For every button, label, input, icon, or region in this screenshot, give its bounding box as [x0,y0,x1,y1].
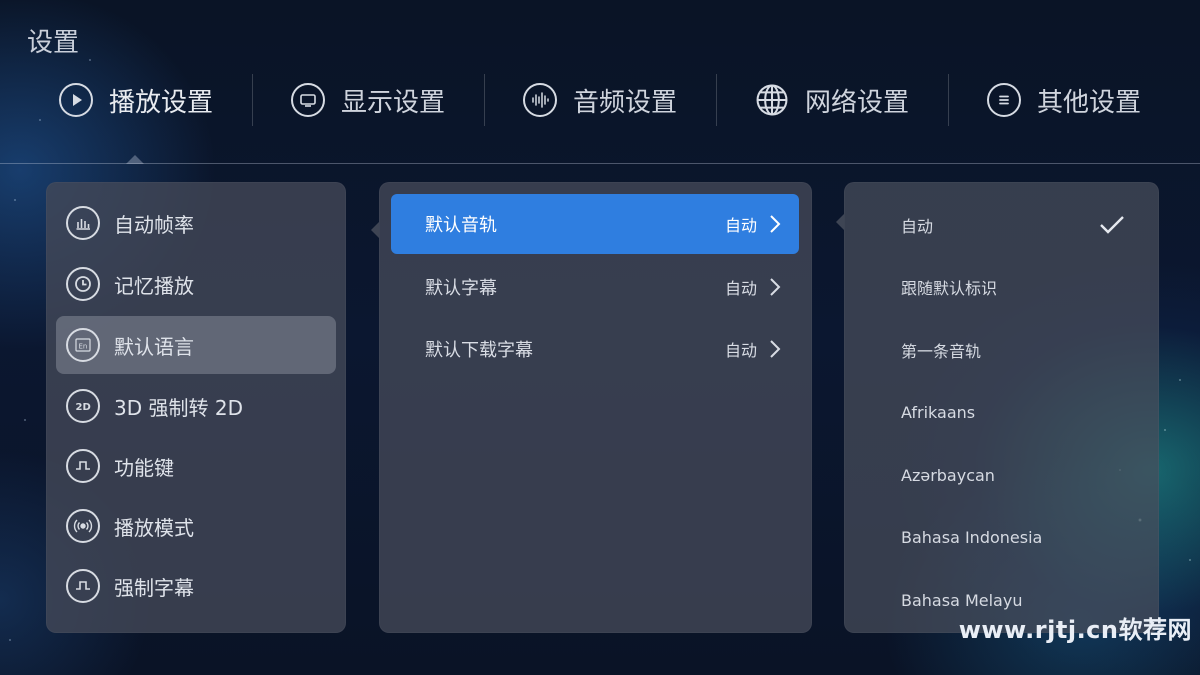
option-auto[interactable]: 自动 [844,194,1159,256]
tab-display-settings[interactable]: 显示设置 [252,72,484,128]
tab-label: 网络设置 [804,87,909,118]
tab-divider-line [0,163,1200,164]
submenu-item-default-audio-track[interactable]: 默认音轨 自动 [391,194,799,254]
2d-icon: 2D [66,389,100,423]
option-label: Bahasa Indonesia [901,527,1043,547]
subtitle-pulse-icon [66,569,100,603]
menu-item-label: 功能键 [114,455,174,480]
submenu-item-label: 默认下载字幕 [425,340,533,361]
option-azerbaycan[interactable]: Azərbaycan [844,444,1159,506]
option-label: 自动 [901,217,934,236]
settings-tab-bar: 播放设置 显示设置 音频设置 网络设置 其他设置 [20,72,1180,128]
watermark-text: www.rjtj.cn软荐网 [958,616,1192,644]
chevron-right-icon [769,214,781,234]
broadcast-icon [66,509,100,543]
bar-chart-icon [66,206,100,240]
tab-label: 播放设置 [108,87,213,118]
option-label: Afrikaans [901,402,976,422]
tab-other-settings[interactable]: 其他设置 [948,72,1180,128]
menu-item-3d-to-2d[interactable]: 2D 3D 强制转 2D [56,377,336,435]
menu-item-default-language[interactable]: En 默认语言 [56,316,336,374]
menu-item-label: 播放模式 [114,515,194,540]
options-panel: 自动 跟随默认标识 第一条音轨 Afrikaans Azərbaycan Bah… [836,182,1159,633]
menu-item-playback-mode[interactable]: 播放模式 [56,497,336,555]
tab-label: 显示设置 [340,87,445,118]
menu-item-resume-playback[interactable]: 记忆播放 [56,255,336,313]
page-title: 设置 [27,28,80,58]
option-label: Azərbaycan [901,465,995,485]
option-first-track[interactable]: 第一条音轨 [844,319,1159,381]
active-tab-indicator [126,155,144,164]
menu-icon [986,83,1021,117]
category-menu-panel: 自动帧率 记忆播放 En 默认语言 2D 3D 强制转 2D 功能键 播放模式 [46,182,346,633]
option-bahasa-indonesia[interactable]: Bahasa Indonesia [844,506,1159,568]
monitor-icon [290,83,325,117]
submenu-item-default-subtitle[interactable]: 默认字幕 自动 [391,257,799,317]
option-label: 第一条音轨 [901,342,982,361]
option-label: Bahasa Melayu [901,590,1023,610]
menu-item-label: 记忆播放 [114,273,194,298]
submenu-panel: 默认音轨 自动 默认字幕 自动 默认下载字幕 自动 [371,182,812,633]
submenu-item-default-download-subtitle[interactable]: 默认下载字幕 自动 [391,319,799,379]
submenu-item-value: 自动 [724,216,757,235]
option-label: 跟随默认标识 [901,279,998,298]
tab-label: 其他设置 [1036,87,1141,118]
globe-icon [755,83,789,117]
checkmark-icon [1099,215,1125,235]
svg-text:2D: 2D [76,402,91,413]
tab-playback-settings[interactable]: 播放设置 [20,72,252,128]
option-afrikaans[interactable]: Afrikaans [844,381,1159,443]
submenu-item-value: 自动 [724,341,757,360]
chevron-right-icon [769,339,781,359]
menu-item-label: 3D 强制转 2D [114,395,243,420]
menu-item-auto-frame-rate[interactable]: 自动帧率 [56,194,336,252]
audio-wave-icon [522,83,557,117]
menu-item-label: 强制字幕 [114,575,194,600]
pulse-key-icon [66,449,100,483]
submenu-item-label: 默认音轨 [425,215,497,236]
tab-label: 音频设置 [572,87,677,118]
menu-item-force-subtitles[interactable]: 强制字幕 [56,557,336,615]
menu-item-label: 自动帧率 [114,212,194,237]
tab-audio-settings[interactable]: 音频设置 [484,72,716,128]
menu-item-function-keys[interactable]: 功能键 [56,437,336,495]
tab-network-settings[interactable]: 网络设置 [716,72,948,128]
chevron-right-icon [769,277,781,297]
language-en-icon: En [66,328,100,362]
menu-item-label: 默认语言 [114,334,194,359]
submenu-item-label: 默认字幕 [425,278,497,299]
svg-text:En: En [79,343,88,351]
option-follow-default[interactable]: 跟随默认标识 [844,256,1159,318]
submenu-item-value: 自动 [724,279,757,298]
clock-icon [66,267,100,301]
play-icon [58,83,93,117]
